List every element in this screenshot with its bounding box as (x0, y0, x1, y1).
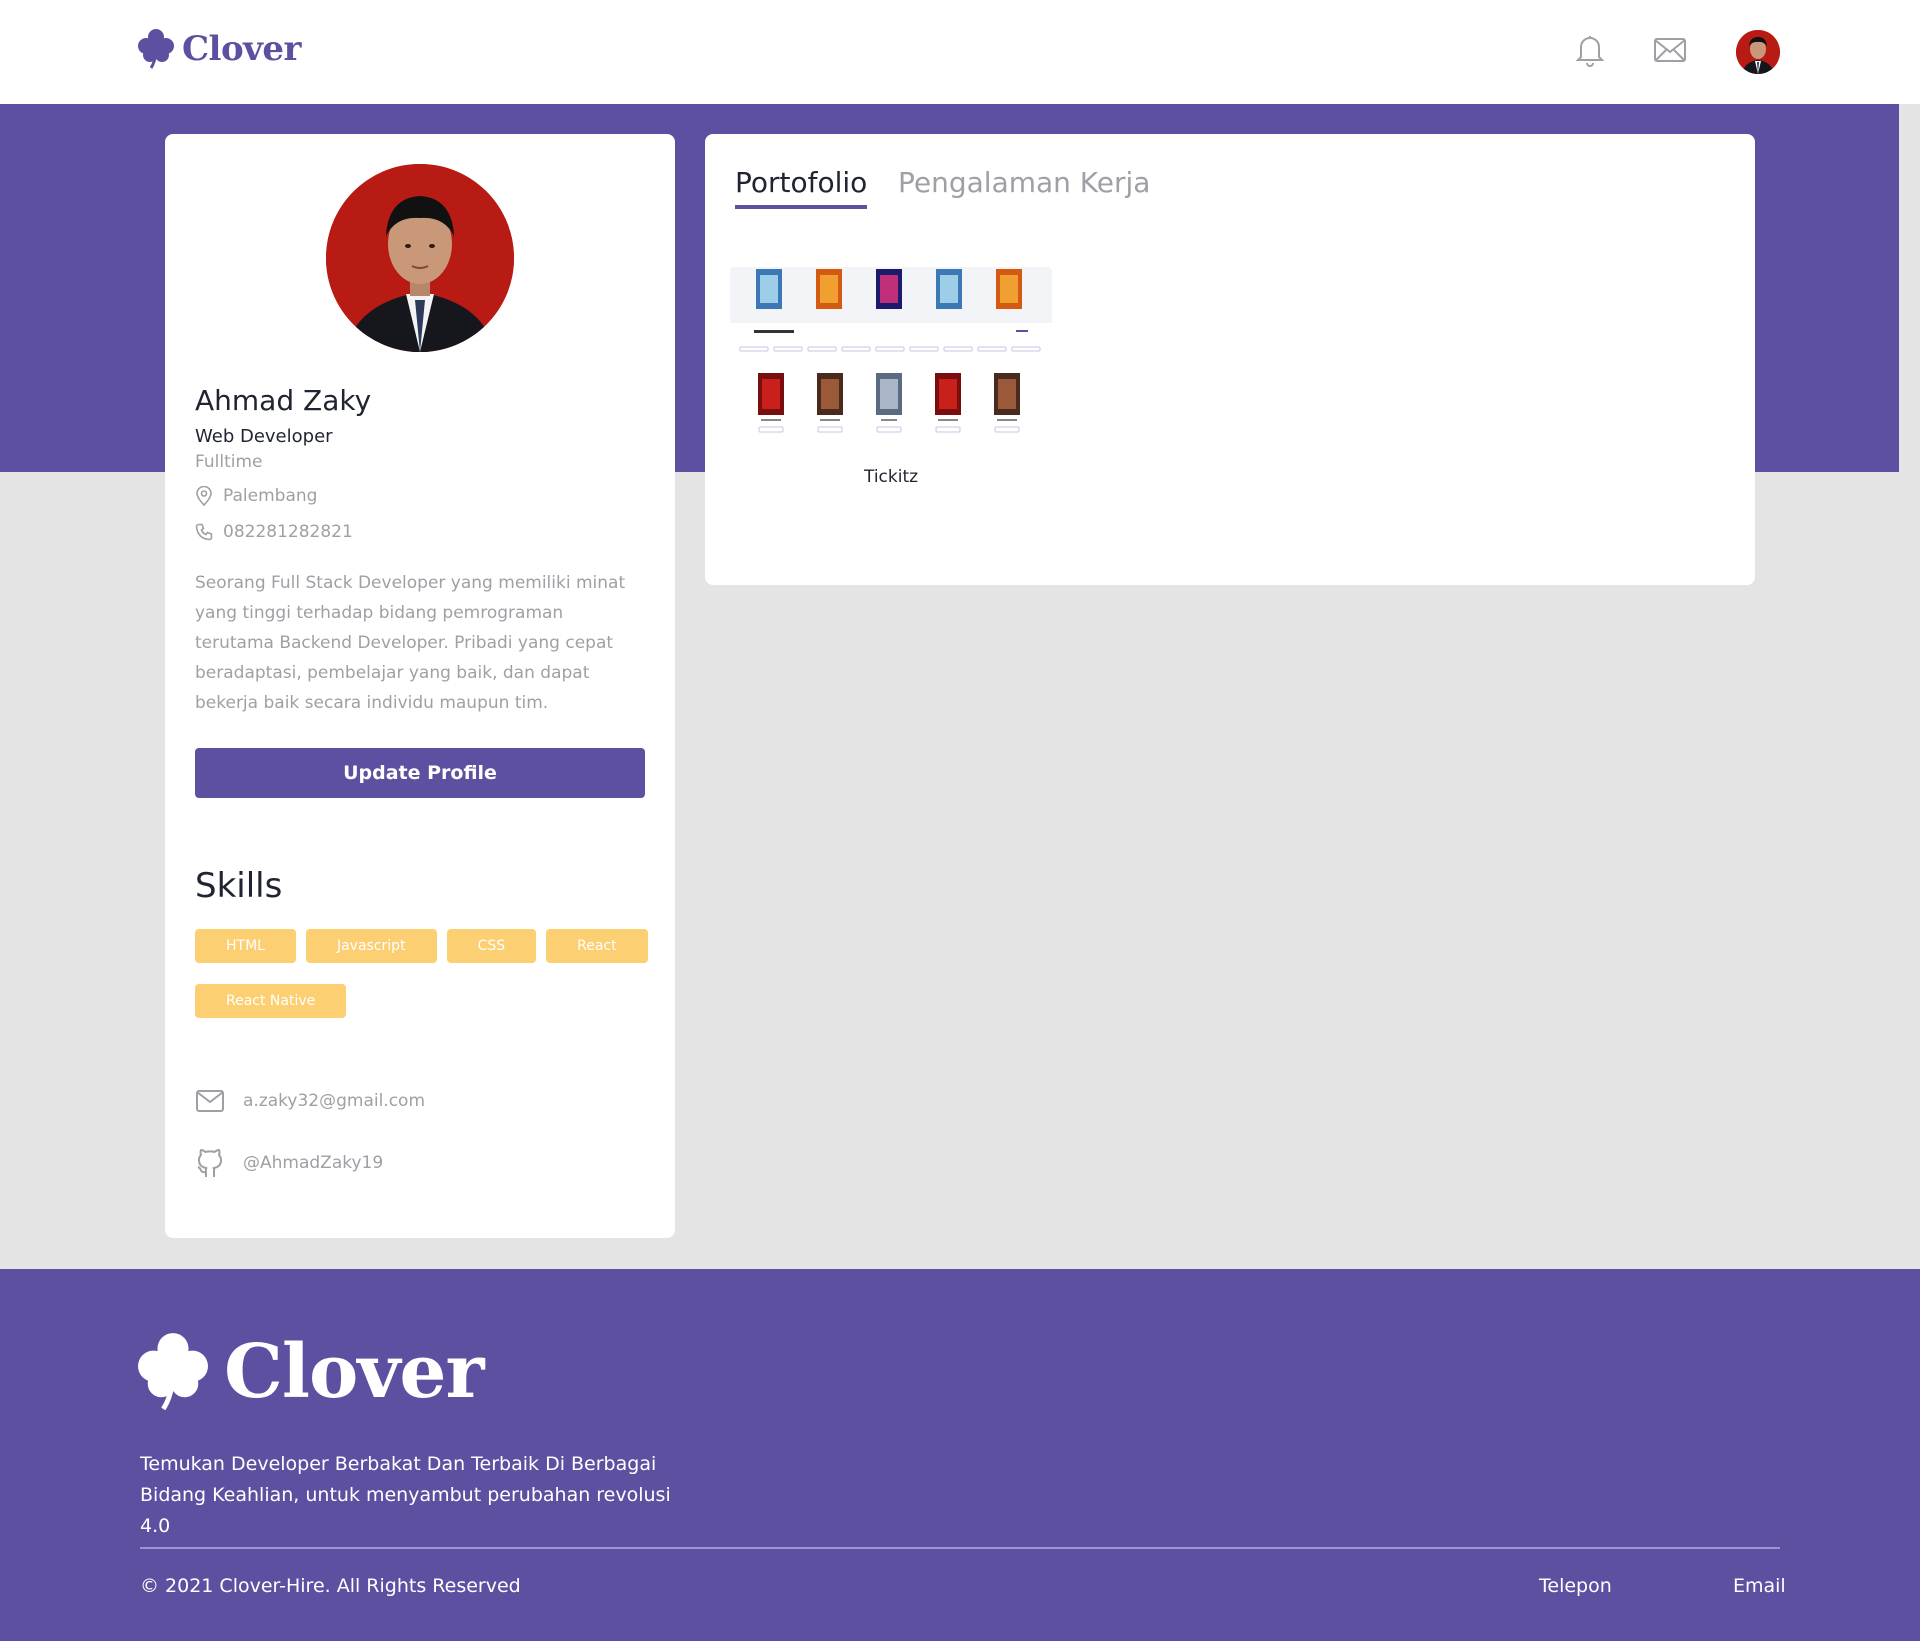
clover-icon (138, 29, 174, 69)
footer-logo-text: Clover (224, 1329, 484, 1415)
skill-tag[interactable]: React Native (195, 984, 347, 1018)
portfolio-thumbnail[interactable] (730, 267, 1052, 457)
portfolio-item[interactable]: Tickitz (730, 267, 1052, 487)
github-row[interactable]: @AhmadZaky19 (195, 1147, 383, 1179)
phone-row: 082281282821 (195, 522, 353, 542)
footer-link-email[interactable]: Email (1733, 1575, 1786, 1597)
profile-job-type: Fulltime (195, 452, 263, 472)
navbar: Clover (0, 0, 1920, 104)
nav-avatar[interactable] (1736, 30, 1780, 74)
profile-card: Ahmad Zaky Web Developer Fulltime Palemb… (165, 134, 675, 1238)
mail-icon[interactable] (1650, 30, 1690, 70)
skill-tag[interactable]: HTML (195, 929, 296, 963)
logo[interactable]: Clover (138, 28, 301, 70)
skill-tag[interactable]: CSS (446, 929, 537, 963)
skill-tag[interactable]: React (546, 929, 648, 963)
update-profile-button[interactable]: Update Profile (195, 748, 645, 798)
bell-icon[interactable] (1570, 30, 1610, 70)
footer: Clover Temukan Developer Berbakat Dan Te… (0, 1269, 1920, 1641)
profile-job-title: Web Developer (195, 426, 333, 447)
profile-github[interactable]: @AhmadZaky19 (243, 1153, 383, 1173)
portfolio-card: Portofolio Pengalaman Kerja Tickitz (705, 134, 1755, 585)
mail-icon (196, 1090, 224, 1112)
logo-text: Clover (182, 29, 301, 69)
clover-icon (138, 1333, 208, 1411)
tab-experience[interactable]: Pengalaman Kerja (898, 166, 1150, 205)
profile-location: Palembang (223, 486, 318, 506)
footer-link-telepon[interactable]: Telepon (1539, 1575, 1612, 1597)
skill-tag[interactable]: Javascript (305, 929, 437, 963)
github-icon (197, 1149, 222, 1177)
profile-avatar (326, 164, 514, 352)
location-row: Palembang (195, 486, 317, 506)
tab-portfolio[interactable]: Portofolio (735, 166, 868, 209)
profile-bio: Seorang Full Stack Developer yang memili… (195, 573, 626, 713)
footer-tagline: Temukan Developer Berbakat Dan Terbaik D… (140, 1453, 671, 1537)
portfolio-caption[interactable]: Tickitz (730, 467, 1052, 487)
profile-email[interactable]: a.zaky32@gmail.com (243, 1091, 425, 1111)
profile-phone: 082281282821 (223, 522, 353, 542)
profile-name: Ahmad Zaky (195, 384, 372, 417)
map-pin-icon (196, 486, 212, 506)
footer-logo: Clover (138, 1329, 484, 1415)
skills-list: HTML Javascript CSS React React Native (195, 929, 655, 1018)
phone-icon (195, 523, 213, 541)
email-row[interactable]: a.zaky32@gmail.com (195, 1089, 425, 1113)
footer-copyright: © 2021 Clover-Hire. All Rights Reserved (140, 1575, 521, 1597)
footer-divider (140, 1547, 1780, 1549)
skills-title: Skills (195, 866, 283, 906)
